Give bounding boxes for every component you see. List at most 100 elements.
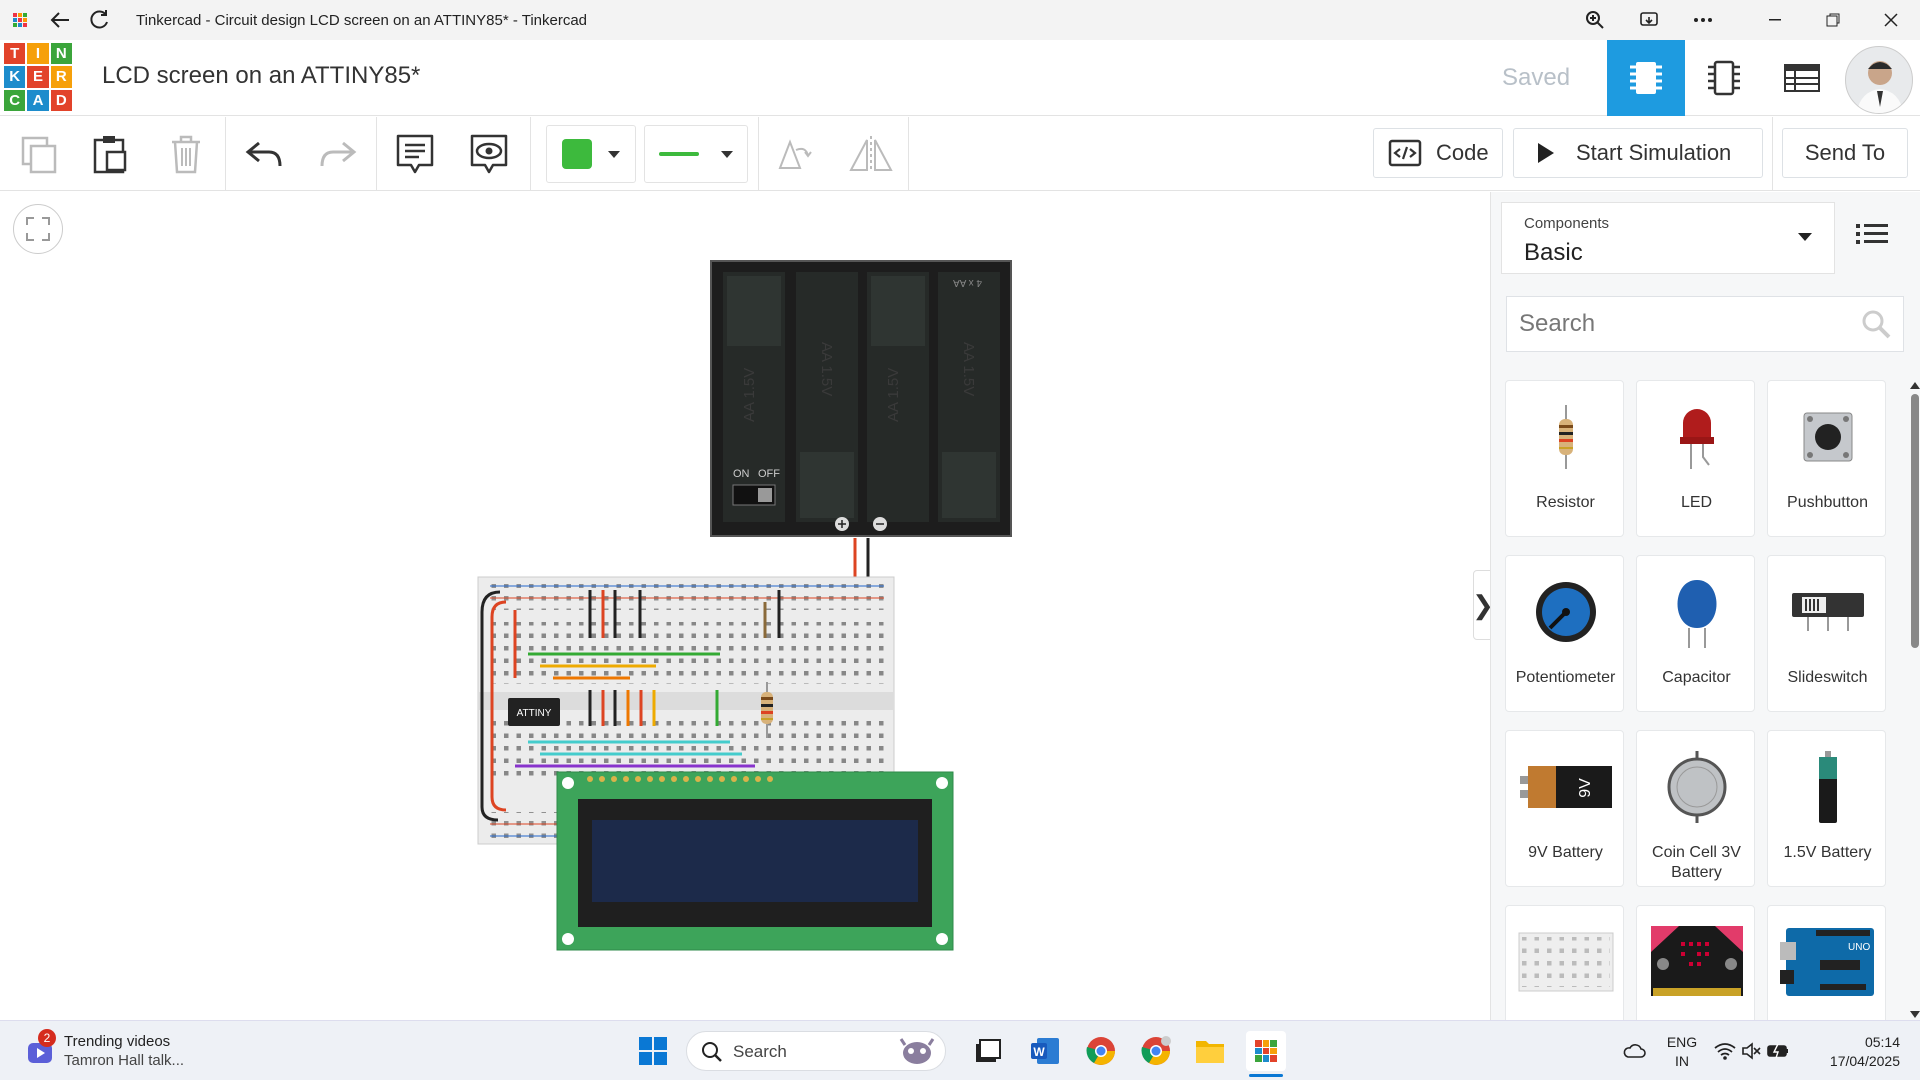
component-card-coin-cell[interactable]: Coin Cell 3V Battery — [1636, 730, 1755, 887]
cloud-icon — [1623, 1044, 1646, 1058]
coin-cell-icon — [1637, 741, 1756, 833]
cell-label: AA 1.5V — [818, 342, 835, 396]
component-card-9v-battery[interactable]: 9V 9V Battery — [1505, 730, 1624, 887]
color-swatch — [562, 139, 592, 169]
task-view-button[interactable] — [968, 1031, 1008, 1071]
component-card-led[interactable]: LED — [1636, 380, 1755, 537]
component-name: 9V Battery — [1528, 844, 1603, 861]
language-indicator[interactable]: ENG IN — [1664, 1033, 1700, 1071]
language-region: IN — [1675, 1053, 1689, 1069]
attiny-chip[interactable]: ATTINY — [508, 698, 560, 726]
chevron-down-icon — [721, 150, 733, 158]
flip-button[interactable] — [846, 127, 896, 181]
notes-button[interactable] — [392, 127, 438, 181]
redo-button[interactable] — [316, 127, 360, 181]
chrome-app-button[interactable] — [1081, 1031, 1121, 1071]
component-name: 1.5V Battery — [1783, 844, 1872, 861]
tinkercad-logo[interactable]: T I N K E R C A D — [4, 43, 72, 111]
window-title-bar: Tinkercad - Circuit design LCD screen on… — [0, 0, 1920, 40]
component-card-slideswitch[interactable]: Slideswitch — [1767, 555, 1886, 712]
folder-icon — [1196, 1041, 1224, 1063]
chrome-profile-app-button[interactable] — [1136, 1031, 1176, 1071]
app-install-icon[interactable] — [1622, 0, 1676, 40]
component-search — [1506, 296, 1904, 352]
word-app-button[interactable]: W — [1025, 1031, 1065, 1071]
send-to-label: Send To — [1804, 140, 1886, 165]
microbit-icon — [1637, 916, 1756, 1008]
logo-letter: R — [50, 66, 72, 88]
component-card-aa-battery[interactable]: 1.5V Battery — [1767, 730, 1886, 887]
news-widget[interactable]: 2 Trending videos Tamron Hall talk... — [24, 1029, 204, 1073]
send-to-button[interactable]: Send To — [1782, 128, 1908, 178]
undo-button[interactable] — [242, 127, 286, 181]
search-icon[interactable] — [1861, 309, 1891, 339]
svg-text:9V: 9V — [1577, 778, 1594, 798]
wire-type-picker[interactable] — [644, 125, 748, 183]
close-icon[interactable] — [1862, 0, 1920, 40]
news-title: Trending videos — [64, 1033, 171, 1050]
component-card-arduino[interactable]: UNO — [1767, 905, 1886, 1020]
refresh-icon[interactable] — [80, 0, 120, 40]
component-name: Resistor — [1536, 494, 1595, 511]
component-name: Coin Cell 3V Battery — [1652, 844, 1741, 881]
search-input[interactable] — [1507, 297, 1847, 351]
component-card-capacitor[interactable]: Capacitor — [1636, 555, 1755, 712]
user-avatar[interactable] — [1845, 46, 1913, 114]
clock[interactable]: 05:14 17/04/2025 — [1800, 1033, 1900, 1071]
component-list-view-button[interactable] — [1763, 40, 1841, 116]
components-dropdown-value: Basic — [1524, 239, 1583, 266]
back-arrow-icon[interactable] — [40, 0, 80, 40]
list-view-button[interactable] — [1856, 222, 1888, 246]
notes-visibility-button[interactable] — [466, 127, 512, 181]
circuit-view-button[interactable] — [1607, 40, 1685, 116]
system-tray-status[interactable] — [1714, 1037, 1790, 1065]
toolbar-divider — [758, 117, 759, 191]
lcd-16x2-display[interactable] — [556, 771, 954, 951]
delete-button[interactable] — [164, 127, 208, 181]
windows-start-button[interactable] — [633, 1031, 673, 1071]
file-explorer-button[interactable] — [1190, 1031, 1230, 1071]
battery-pack-4xaa[interactable]: 4 x AA AA 1.5V AA 1.5V AA 1.5V AA 1.5V O… — [710, 260, 1012, 537]
clipboard-icon — [93, 136, 127, 174]
component-card-breadboard[interactable] — [1505, 905, 1624, 1020]
task-view-icon — [976, 1039, 1001, 1062]
restore-icon[interactable] — [1804, 0, 1862, 40]
svg-text:UNO: UNO — [1848, 942, 1870, 953]
fill-color-picker[interactable] — [546, 125, 636, 183]
start-simulation-button[interactable]: Start Simulation — [1513, 128, 1763, 178]
minimize-icon[interactable] — [1746, 0, 1804, 40]
copy-button[interactable] — [14, 127, 64, 181]
components-dropdown[interactable]: Components Basic — [1501, 202, 1835, 274]
panel-scrollbar[interactable] — [1909, 380, 1920, 1020]
resistor-icon — [1506, 391, 1625, 483]
component-card-potentiometer[interactable]: Potentiometer — [1505, 555, 1624, 712]
toolbar-divider — [225, 117, 226, 191]
onedrive-button[interactable] — [1614, 1031, 1654, 1071]
tinkercad-icon — [1255, 1040, 1277, 1062]
component-name: Potentiometer — [1515, 669, 1616, 686]
schematic-view-button[interactable] — [1685, 40, 1763, 116]
circuit-canvas[interactable]: 4 x AA AA 1.5V AA 1.5V AA 1.5V AA 1.5V O… — [0, 192, 1490, 1020]
logo-letter: T — [4, 43, 26, 65]
component-name: LED — [1680, 494, 1713, 511]
tinkercad-app-button[interactable] — [1246, 1031, 1286, 1071]
rotate-button[interactable] — [772, 127, 816, 181]
capacitor-icon — [1637, 566, 1756, 658]
zoom-icon[interactable] — [1568, 0, 1622, 40]
pushbutton-icon — [1768, 391, 1887, 483]
project-title[interactable]: LCD screen on an ATTINY85* — [102, 62, 420, 90]
component-card-resistor[interactable]: Resistor — [1505, 380, 1624, 537]
component-card-microbit[interactable] — [1636, 905, 1755, 1020]
components-dropdown-label: Components — [1524, 215, 1610, 232]
logo-letter: C — [4, 89, 26, 111]
code-button[interactable]: Code — [1373, 128, 1503, 178]
paste-button[interactable] — [88, 127, 132, 181]
more-options-icon[interactable] — [1676, 0, 1730, 40]
toolbar-divider — [908, 117, 909, 191]
logo-letter: K — [4, 66, 26, 88]
taskbar-search[interactable]: Search — [686, 1031, 946, 1071]
toolbar: Code Start Simulation Send To — [0, 117, 1920, 191]
slideswitch-icon — [1768, 566, 1887, 658]
component-card-pushbutton[interactable]: Pushbutton — [1767, 380, 1886, 537]
toolbar-divider — [376, 117, 377, 191]
